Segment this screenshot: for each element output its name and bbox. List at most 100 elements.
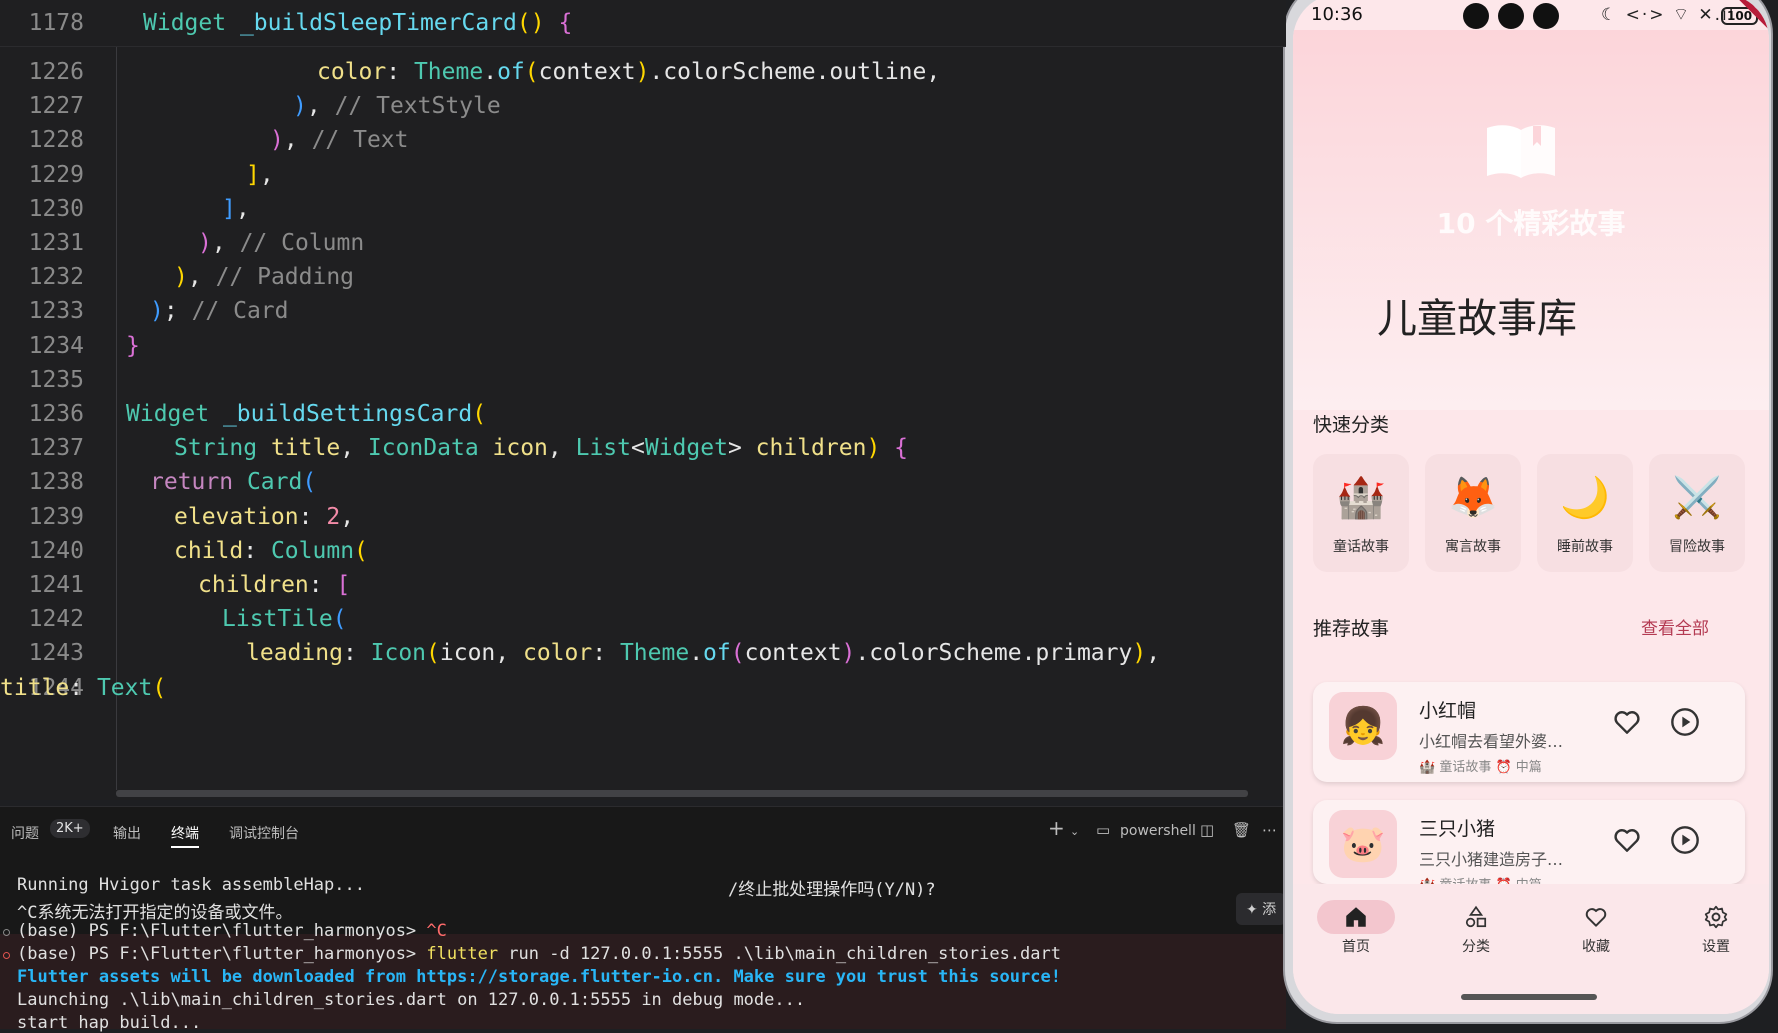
code-line[interactable]: 1244 title: Text( <box>0 669 1250 707</box>
phone-screen: 10 个精彩故事 儿童故事库 10:36 ☾ <·> ⌔ ✕.ıl 100 DE… <box>1293 0 1769 1014</box>
code-line[interactable]: 1227), // TextStyle <box>0 87 1250 125</box>
sticky-scroll-header[interactable]: 1178 Widget _buildSleepTimerCard() { <box>0 0 1286 47</box>
code-token: < <box>631 435 645 462</box>
see-all-link[interactable]: 查看全部 <box>1641 614 1709 639</box>
story-card[interactable]: 🐷 三只小猪 三只小猪建造房子… 🏰 童话故事 ⏰ 中篇 <box>1313 800 1745 884</box>
play-icon[interactable] <box>1669 824 1701 856</box>
line-number: 1242 <box>28 606 84 633</box>
code-token: : <box>386 59 414 85</box>
line-number: 1236 <box>28 401 84 427</box>
tab-terminal[interactable]: 终端 <box>171 823 199 848</box>
tab-output[interactable]: 输出 <box>113 823 141 843</box>
add-chip-button[interactable]: ✦ 添 <box>1236 893 1286 925</box>
split-terminal-icon[interactable]: ◫ <box>1200 821 1214 839</box>
nav-item-settings[interactable]: 设置 <box>1671 898 1761 968</box>
code-token: String <box>174 435 271 462</box>
nav-label: 收藏 <box>1582 939 1610 955</box>
code-line[interactable]: 1241 children: [ <box>0 566 1250 604</box>
code-token: , <box>495 640 523 667</box>
code-line[interactable]: 1233); // Card <box>0 292 1250 330</box>
trash-icon[interactable]: 🗑 <box>1232 821 1251 839</box>
home-icon <box>1346 907 1366 927</box>
story-description: 小红帽去看望外婆… <box>1419 732 1564 751</box>
code-editor[interactable]: 1178 Widget _buildSleepTimerCard() { 122… <box>0 0 1286 800</box>
code-line[interactable]: 1239 elevation: 2, <box>0 498 1250 536</box>
code-text: ), // Text <box>270 127 409 153</box>
new-terminal-button[interactable]: + <box>1048 816 1065 840</box>
terminal-line: (base) PS F:\Flutter\flutter_harmonyos> … <box>17 921 447 941</box>
code-line[interactable]: 1230], <box>0 190 1250 228</box>
code-line[interactable]: 1229], <box>0 156 1250 194</box>
category-card-adventure[interactable]: ⚔️ 冒险故事 <box>1649 454 1745 572</box>
fox-icon: 🦊 <box>1448 475 1498 521</box>
more-icon[interactable]: ⋯ <box>1262 821 1277 839</box>
line-number: 1235 <box>28 366 84 393</box>
terminal-icon: ▭ <box>1096 821 1111 839</box>
terminal-line: (base) PS F:\Flutter\flutter_harmonyos> … <box>17 944 1061 964</box>
terminal-line: Flutter assets will be downloaded from h… <box>17 967 1061 987</box>
play-icon[interactable] <box>1669 706 1701 738</box>
category-card-fairy-tale[interactable]: 🏰 童话故事 <box>1313 454 1409 572</box>
nav-item-home[interactable]: 首页 <box>1311 898 1401 968</box>
nav-label: 分类 <box>1462 939 1490 955</box>
code-token: context <box>744 640 842 667</box>
tab-problems[interactable]: 问题 <box>11 823 39 843</box>
code-line[interactable]: 1231), // Column <box>0 224 1250 262</box>
category-label: 寓言故事 <box>1445 539 1501 555</box>
code-line[interactable]: 1240 child: Column( <box>0 532 1250 570</box>
code-line[interactable]: 1238 return Card( <box>0 463 1250 501</box>
code-line[interactable]: 1236 Widget _buildSettingsCard( <box>0 395 1250 433</box>
panel-tab-bar: 问题 2K+ 输出 终端 调试控制台 + ⌄ ▭ powershell ◫ 🗑 … <box>0 813 1286 849</box>
code-token: , <box>1146 640 1161 667</box>
moon-icon: 🌙 <box>1560 475 1610 521</box>
camera-icon <box>1498 3 1524 29</box>
code-token: title <box>270 435 341 462</box>
code-line[interactable]: 1232 ), // Padding <box>0 258 1250 296</box>
heart-icon[interactable] <box>1611 824 1643 856</box>
code-line[interactable]: 1237 String title, IconData icon, List<Wi… <box>0 429 1250 467</box>
code-text: ), // TextStyle <box>293 93 501 119</box>
code-token: { <box>894 435 909 462</box>
code-line[interactable]: 1234} <box>0 327 1250 365</box>
terminal-command: ^C <box>426 921 447 941</box>
category-card-fable[interactable]: 🦊 寓言故事 <box>1425 454 1521 572</box>
code-line[interactable]: 1243 leading: Icon(icon, color: Theme.of(… <box>0 634 1250 672</box>
nav-item-category[interactable]: 分类 <box>1431 898 1521 968</box>
chevron-down-icon[interactable]: ⌄ <box>1070 825 1079 838</box>
code-token: ) <box>293 93 307 120</box>
code-token: ] <box>246 161 260 188</box>
heart-icon[interactable] <box>1611 706 1643 738</box>
line-number: 1243 <box>28 640 84 667</box>
code-text: ); // Card <box>150 298 289 324</box>
nav-item-favorites[interactable]: 收藏 <box>1551 898 1641 968</box>
code-line[interactable]: 1228), // Text <box>0 121 1250 159</box>
tab-debug-console[interactable]: 调试控制台 <box>229 823 299 843</box>
code-token: of <box>497 59 525 85</box>
castle-icon: 🏰 <box>1336 475 1386 521</box>
terminal-profile-label[interactable]: powershell <box>1120 823 1196 839</box>
swords-icon: ⚔️ <box>1672 475 1722 521</box>
code-line[interactable]: 1235 <box>0 361 1250 399</box>
home-indicator[interactable] <box>1461 994 1597 1000</box>
code-token: Card <box>246 469 303 496</box>
terminal-line: ^C系统无法打开指定的设备或文件。 <box>17 903 293 923</box>
horizontal-scrollbar[interactable] <box>116 790 1248 797</box>
code-token: : <box>298 503 327 530</box>
story-card[interactable]: 👧 小红帽 小红帽去看望外婆… 🏰 童话故事 ⏰ 中篇 <box>1313 682 1745 782</box>
code-token: ; <box>163 298 192 325</box>
code-token: { <box>558 10 573 36</box>
status-icons: ☾ <·> ⌔ ✕.ıl <box>1601 5 1736 25</box>
code-token: ) <box>841 640 856 667</box>
code-line[interactable]: 1226 color: Theme.of(context).colorScheme… <box>0 53 1250 91</box>
terminal-line: start hap build... <box>17 1013 202 1033</box>
line-number: 1230 <box>28 195 84 222</box>
code-line[interactable]: 1242 ListTile( <box>0 600 1250 638</box>
hero-banner: 10 个精彩故事 儿童故事库 <box>1293 30 1769 410</box>
code-text: ], <box>222 196 250 222</box>
line-number: 1239 <box>28 503 84 530</box>
heart-icon <box>1585 908 1607 927</box>
category-card-bedtime[interactable]: 🌙 睡前故事 <box>1537 454 1633 572</box>
line-number: 1232 <box>28 264 84 291</box>
code-text: ), // Padding <box>174 264 354 290</box>
code-token: ( <box>354 537 368 564</box>
